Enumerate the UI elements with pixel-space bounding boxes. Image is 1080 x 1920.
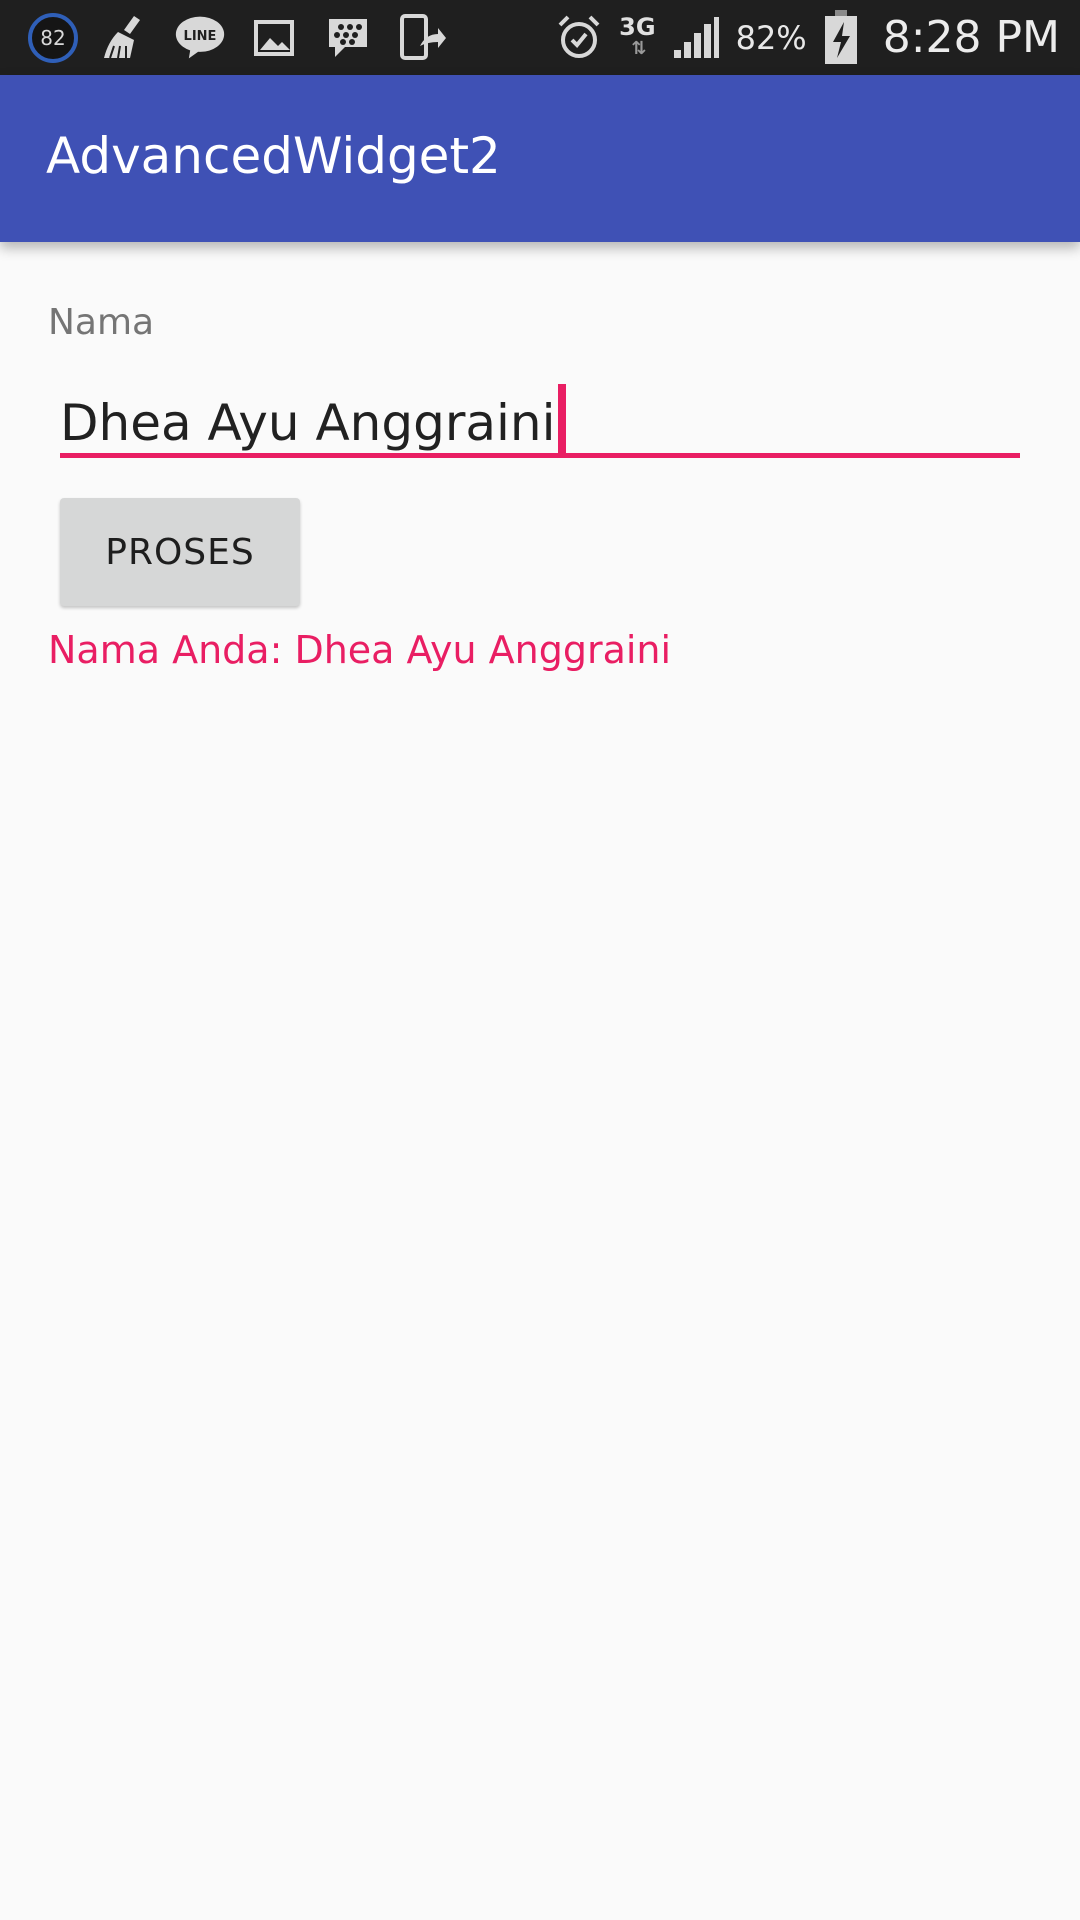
gallery-icon <box>248 12 300 64</box>
broom-icon <box>100 12 152 64</box>
alarm-clock-icon <box>553 12 605 64</box>
share-device-icon <box>396 12 448 64</box>
result-text: Nama Anda: Dhea Ayu Anggraini <box>48 628 672 672</box>
bbm-icon <box>322 12 374 64</box>
name-input[interactable]: Dhea Ayu Anggraini <box>60 372 1020 458</box>
name-input-value[interactable]: Dhea Ayu Anggraini <box>60 394 556 452</box>
data-arrows-icon: ⇅ <box>631 37 646 59</box>
battery-percent: 82% <box>735 18 807 57</box>
screen: 82 LINE 3G ⇅ 82% 8:28 PM AdvancedWidget2… <box>0 0 1080 1920</box>
name-input-underline <box>60 453 1020 458</box>
name-field-label: Nama <box>48 302 155 343</box>
status-bar-notifications: 82 LINE <box>28 0 448 75</box>
signal-bars-icon <box>670 12 722 64</box>
proses-button[interactable]: PROSES <box>60 498 300 606</box>
text-cursor <box>557 384 566 454</box>
app-title: AdvancedWidget2 <box>46 127 501 185</box>
cleaner-badge-icon: 82 <box>28 12 78 63</box>
svg-text:LINE: LINE <box>184 28 217 43</box>
network-indicator: 3G ⇅ <box>619 12 656 60</box>
line-icon: LINE <box>174 12 226 64</box>
status-clock: 8:28 PM <box>882 12 1060 63</box>
battery-charging-icon <box>821 9 861 64</box>
name-input-text-container[interactable]: Dhea Ayu Anggraini <box>60 384 566 454</box>
network-type: 3G <box>619 12 656 41</box>
app-bar: AdvancedWidget2 <box>0 75 1080 242</box>
status-bar: 82 LINE 3G ⇅ 82% 8:28 PM <box>0 0 1080 75</box>
cleaner-badge-value: 82 <box>40 25 66 50</box>
status-bar-system: 3G ⇅ 82% 8:28 PM <box>553 0 1060 75</box>
